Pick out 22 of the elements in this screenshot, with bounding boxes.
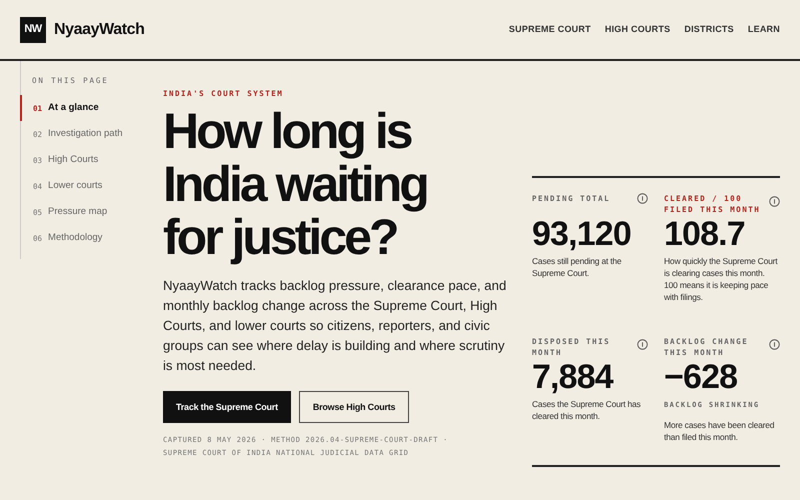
logo[interactable]: NW (20, 16, 46, 42)
nav-link[interactable]: DISTRICTS (684, 22, 734, 36)
info-icon[interactable] (769, 339, 780, 350)
info-icon[interactable] (637, 193, 648, 204)
primary-button[interactable]: Track the Supreme Court (163, 391, 291, 424)
stat-description: Cases still pending at the Supreme Court. (532, 255, 622, 279)
stat-description: Cases the Supreme Court has cleared this month. (532, 398, 642, 422)
stat-description: How quickly the Supreme Court is clearing cases this month. 100 means it is keeping pace with filings. (664, 255, 778, 303)
stat-value: 108.7 (664, 216, 746, 252)
intro-paragraph: NyaayWatch tracks backlog pressure, clearance pace, and monthly backlog change across the Supreme Court, High Courts, and lower courts so citizens, reporters, and civic groups can see where delay is building and where scrutiny is most needed. (163, 277, 508, 376)
headline: How long is India waiting for justice? (163, 105, 428, 264)
secondary-button[interactable]: Browse High Courts (298, 391, 410, 424)
stat-value: 93,120 (532, 216, 632, 252)
nav-link[interactable]: LEARN (748, 22, 780, 36)
stat-description: More cases have been cleared than filed this month. (664, 418, 776, 442)
nav-link[interactable]: SUPREME COURT (508, 22, 591, 36)
stat-value: 7,884 (532, 359, 614, 395)
info-icon[interactable] (769, 196, 780, 207)
info-icon[interactable] (637, 339, 648, 350)
brand-name: NyaayWatch (54, 20, 145, 40)
stat-value: −628 (664, 359, 738, 395)
nav-link[interactable]: HIGH COURTS (604, 22, 670, 36)
